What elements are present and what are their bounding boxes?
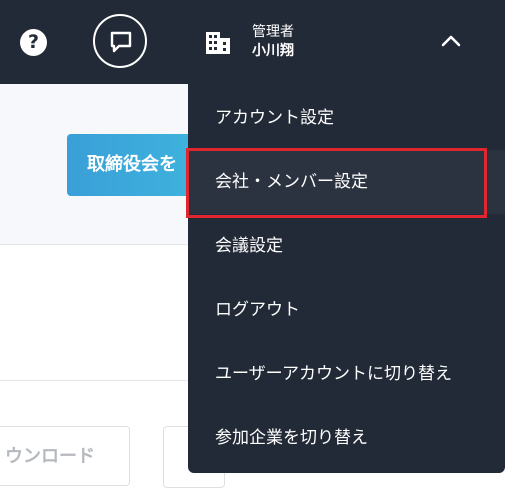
divider <box>0 380 200 381</box>
top-bar: ? 管理者 小川翔 <box>0 0 505 84</box>
highlight-box <box>186 148 487 218</box>
menu-item-account-settings[interactable]: アカウント設定 <box>188 86 505 150</box>
building-icon <box>206 32 230 54</box>
user-dropdown-menu: アカウント設定 会社・メンバー設定 会議設定 ログアウト ユーザーアカウントに切… <box>188 84 505 473</box>
user-name[interactable]: 小川翔 <box>252 40 294 60</box>
chat-button[interactable] <box>93 14 147 68</box>
user-role: 管理者 <box>252 24 294 40</box>
chevron-up-icon[interactable] <box>440 34 462 48</box>
menu-item-logout[interactable]: ログアウト <box>188 278 505 342</box>
menu-item-meeting-settings[interactable]: 会議設定 <box>188 214 505 278</box>
download-button[interactable]: ウンロード <box>0 426 130 486</box>
menu-item-switch-to-user-account[interactable]: ユーザーアカウントに切り替え <box>188 342 505 406</box>
chat-icon <box>110 31 132 53</box>
help-icon[interactable]: ? <box>20 29 47 56</box>
menu-item-switch-company[interactable]: 参加企業を切り替え <box>188 406 505 470</box>
